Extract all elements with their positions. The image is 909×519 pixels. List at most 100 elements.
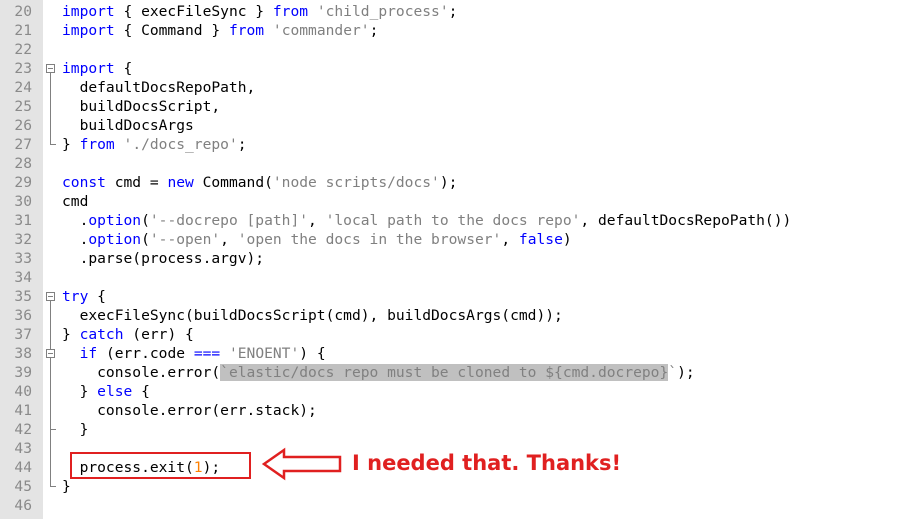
code-token: 'child_process' [316, 3, 449, 20]
code-token: execFileSync(buildDocsScript(cmd), build… [62, 307, 563, 324]
code-line: try { [62, 287, 106, 306]
code-token: '--open' [149, 231, 221, 248]
code-token: from [272, 3, 309, 20]
line-number: 33 [14, 250, 32, 267]
code-token: 'node scripts/docs' [272, 174, 440, 191]
fold-toggle-icon[interactable] [46, 64, 55, 73]
line-number: 41 [14, 402, 32, 419]
code-line: import { Command } from 'commander'; [62, 21, 378, 40]
line-number: 42 [14, 421, 32, 438]
line-number: 46 [14, 497, 32, 514]
code-token: ; [369, 22, 379, 39]
code-token: . [62, 212, 89, 229]
code-token: catch [79, 326, 124, 343]
code-token: buildDocsScript, [62, 98, 221, 115]
line-number: 20 [14, 3, 32, 20]
code-line: } [62, 477, 71, 496]
code-token: === [193, 345, 221, 362]
code-token: } [62, 421, 89, 438]
line-number: 21 [14, 22, 32, 39]
code-token: } [62, 136, 80, 153]
code-line: import { execFileSync } from 'child_proc… [62, 2, 457, 21]
line-number: 40 [14, 383, 32, 400]
code-token: { Command } [114, 22, 229, 39]
code-token: console.error( [62, 364, 221, 381]
line-number: 37 [14, 326, 32, 343]
code-token: console.error(err.stack); [62, 402, 317, 419]
line-number: 22 [14, 41, 32, 58]
code-token: import [62, 3, 115, 20]
line-number: 32 [14, 231, 32, 248]
code-token: , [501, 231, 519, 248]
code-token: new [167, 174, 194, 191]
code-token: ); [677, 364, 695, 381]
code-token: option [88, 231, 142, 248]
code-line: console.error(err.stack); [62, 401, 317, 420]
line-number: 35 [14, 288, 32, 305]
code-editor[interactable]: 20 import { execFileSync } from 'child_pr… [0, 0, 909, 519]
code-line: .option('--open', 'open the docs in the … [62, 230, 572, 249]
arrow-icon [262, 447, 342, 481]
line-number: 43 [14, 440, 32, 457]
code-token: (err.code [97, 345, 194, 362]
line-number: 44 [14, 459, 32, 476]
code-token: ; [237, 136, 247, 153]
code-line: cmd [62, 192, 88, 211]
code-token: 'local path to the docs repo' [325, 212, 581, 229]
line-number: 28 [14, 155, 32, 172]
code-token: { [132, 383, 150, 400]
code-line: } else { [62, 382, 150, 401]
code-token: else [97, 383, 133, 400]
line-number: 30 [14, 193, 32, 210]
code-token: cmd = [105, 174, 168, 191]
fold-guide [50, 358, 51, 429]
code-token: } [62, 478, 71, 495]
code-line: } catch (err) { [62, 325, 194, 344]
line-number: 38 [14, 345, 32, 362]
line-number: 36 [14, 307, 32, 324]
code-line: if (err.code === 'ENOENT') { [62, 344, 326, 363]
code-token: try [62, 288, 89, 305]
line-number: 34 [14, 269, 32, 286]
code-token: ) { [299, 345, 326, 362]
line-number: 27 [14, 136, 32, 153]
code-token: from [228, 22, 265, 39]
code-token: ( [141, 212, 150, 229]
code-token: import [62, 60, 115, 77]
code-token: ( [141, 231, 150, 248]
code-token: option [88, 212, 142, 229]
code-token: { [88, 288, 106, 305]
code-token: 'ENOENT' [228, 345, 300, 362]
code-token: ); [439, 174, 458, 191]
code-line: } from './docs_repo'; [62, 135, 247, 154]
line-number: 45 [14, 478, 32, 495]
code-token: Command( [193, 174, 273, 191]
line-number: 31 [14, 212, 32, 229]
code-token: buildDocsArgs [62, 117, 194, 134]
code-token: 'commander' [272, 22, 370, 39]
code-line: buildDocsScript, [62, 97, 221, 116]
code-line: console.error(`elastic/docs repo must be… [62, 363, 695, 382]
code-token: const [62, 174, 106, 191]
code-token: (err) { [123, 326, 194, 343]
fold-toggle-icon[interactable] [46, 349, 55, 358]
code-token: , defaultDocsRepoPath()) [580, 212, 792, 229]
fold-end [50, 486, 56, 487]
line-number: 26 [14, 117, 32, 134]
line-number: 25 [14, 98, 32, 115]
fold-toggle-icon[interactable] [46, 292, 55, 301]
code-token: '--docrepo [path]' [149, 212, 309, 229]
line-number: 24 [14, 79, 32, 96]
code-line: .option('--docrepo [path]', 'local path … [62, 211, 792, 230]
code-line: execFileSync(buildDocsScript(cmd), build… [62, 306, 563, 325]
code-token: { [114, 60, 133, 77]
line-number: 29 [14, 174, 32, 191]
code-token: defaultDocsRepoPath, [62, 79, 256, 96]
code-token: { execFileSync } [114, 3, 273, 20]
annotation-text: I needed that. Thanks! [352, 451, 622, 475]
